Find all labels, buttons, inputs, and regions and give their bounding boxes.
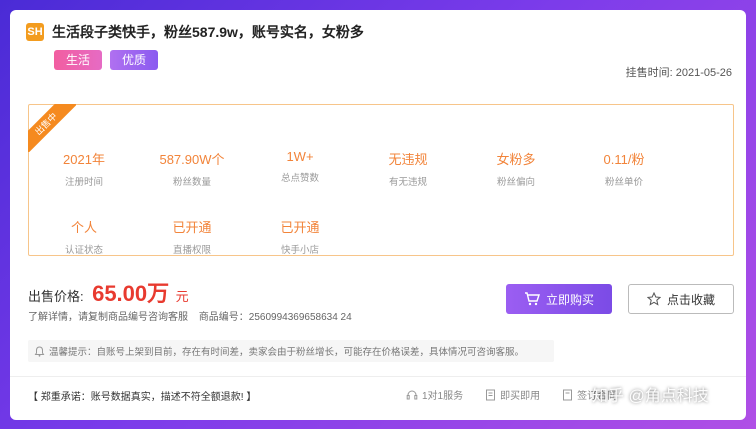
listing-header: SH 生活段子类快手，粉丝587.9w，账号实名，女粉多 生活 优质 挂售时间:… (26, 22, 732, 82)
service-label: 即买即用 (500, 391, 541, 402)
stat-label: 认证状态 (64, 245, 103, 256)
buy-now-button[interactable]: 立即购买 (506, 284, 612, 314)
tag-quality[interactable]: 优质 (110, 50, 159, 70)
document-icon (486, 389, 496, 400)
buy-now-label: 立即购买 (545, 292, 594, 307)
stat-kuaishou-shop: 已开通 快手小店 (245, 217, 355, 256)
price-row: 出售价格: 65.00万 元 (28, 276, 189, 308)
detail-hint: 了解详情，请复制商品编号咨询客服 (28, 312, 188, 323)
notice-tip: 温馨提示：自账号上架到目前，存在有时间差，卖家会由于粉丝增长，可能存在价格误差，… (28, 340, 554, 362)
service-list: 1对1服务 即买即用 签订合同 (406, 387, 617, 402)
product-code: 商品编号：2560994369658634 24 (198, 312, 352, 323)
status-ribbon-label: 出售中 (28, 104, 76, 152)
stat-fans-count: 587.90W个 粉丝数量 (137, 149, 247, 188)
divider (10, 376, 746, 377)
stat-value: 1W+ (286, 149, 314, 164)
contract-icon (563, 389, 573, 400)
price-value: 65.00万 (92, 281, 170, 306)
stat-value: 个人 (70, 220, 97, 235)
stat-value: 女粉多 (496, 152, 536, 167)
cart-icon (524, 292, 540, 306)
stat-label: 粉丝偏向 (496, 177, 535, 188)
stat-total-likes: 1W+ 总点赞数 (245, 149, 355, 184)
stat-register-time: 2021年 注册时间 (29, 149, 139, 188)
product-detail-row: 了解详情，请复制商品编号咨询客服 商品编号：2560994369658634 2… (28, 308, 352, 323)
stat-label: 总点赞数 (280, 173, 319, 184)
stat-value: 已开通 (280, 220, 320, 235)
stat-value: 已开通 (172, 220, 212, 235)
listing-card: SH 生活段子类快手，粉丝587.9w，账号实名，女粉多 生活 优质 挂售时间:… (10, 10, 746, 420)
service-instant-use: 即买即用 (485, 387, 540, 402)
stat-label: 粉丝数量 (172, 177, 211, 188)
promise-text: 【 郑重承诺：账号数据真实，描述不符全额退款! 】 (28, 392, 257, 403)
watermark: 知乎 @角点科技 (592, 388, 709, 405)
stat-live-permission: 已开通 直播权限 (137, 217, 247, 256)
status-ribbon: 出售中 (28, 104, 76, 152)
stat-label: 直播权限 (172, 245, 211, 256)
service-one-on-one: 1对1服务 (406, 387, 463, 402)
star-icon (646, 292, 661, 306)
platform-logo-icon: SH (26, 23, 44, 41)
stat-label: 有无违规 (388, 177, 427, 188)
list-date: 挂售时间: 2021-05-26 (625, 67, 732, 79)
listing-title: 生活段子类快手，粉丝587.9w，账号实名，女粉多 (52, 24, 364, 40)
price-label: 出售价格: (28, 289, 84, 304)
stat-violation: 无违规 有无违规 (353, 149, 463, 188)
bell-icon (34, 345, 45, 357)
headset-icon (406, 390, 418, 399)
notice-tip-text: 温馨提示：自账号上架到目前，存在有时间差，卖家会由于粉丝增长，可能存在价格误差，… (49, 347, 525, 358)
stat-label: 快手小店 (280, 245, 319, 256)
stat-price-per-fan: 0.11/粉 粉丝单价 (569, 149, 679, 188)
tag-life[interactable]: 生活 (54, 50, 103, 70)
stat-fans-gender: 女粉多 粉丝偏向 (461, 149, 571, 188)
stat-value: 587.90W个 (159, 152, 225, 167)
service-label: 1对1服务 (422, 391, 464, 402)
favorite-button[interactable]: 点击收藏 (628, 284, 734, 314)
stat-value: 2021年 (63, 152, 105, 167)
price-unit: 元 (175, 289, 189, 304)
tag-list: 生活 优质 (54, 50, 159, 70)
favorite-label: 点击收藏 (666, 292, 715, 307)
stat-value: 0.11/粉 (603, 152, 645, 167)
stat-value: 无违规 (388, 152, 428, 167)
account-info-box: 出售中 2021年 注册时间 587.90W个 粉丝数量 1W+ 总点赞数 无违… (28, 104, 734, 256)
stat-verification: 个人 认证状态 (29, 217, 139, 256)
stat-label: 粉丝单价 (604, 177, 643, 188)
stat-label: 注册时间 (64, 177, 103, 188)
